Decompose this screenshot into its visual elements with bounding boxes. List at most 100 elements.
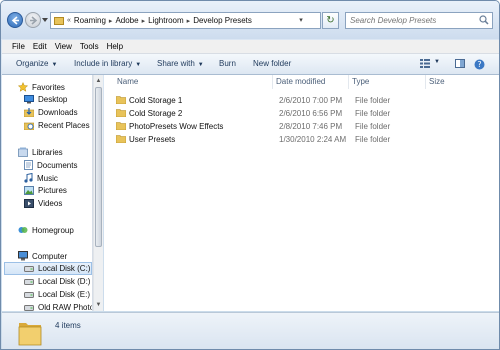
refresh-icon: ↻ bbox=[326, 15, 335, 26]
nav-favorites[interactable]: Favorites bbox=[18, 82, 65, 92]
help-icon[interactable]: ? bbox=[474, 59, 485, 70]
nav-desktop-label: Desktop bbox=[38, 95, 68, 104]
nav-downloads[interactable]: Downloads bbox=[24, 108, 78, 117]
drive-icon bbox=[24, 304, 34, 311]
address-bar[interactable]: « Roaming ▸ Adobe ▸ Lightroom ▸ Develop … bbox=[50, 12, 321, 29]
file-type: File folder bbox=[355, 135, 391, 144]
burn-button[interactable]: Burn bbox=[219, 59, 236, 68]
scroll-up-icon[interactable]: ▲ bbox=[94, 76, 103, 86]
folder-icon bbox=[116, 96, 126, 104]
search-box[interactable] bbox=[345, 12, 493, 29]
chevron-down-icon: ▼ bbox=[135, 62, 142, 68]
nav-pictures[interactable]: Pictures bbox=[24, 186, 67, 195]
drive-icon bbox=[24, 265, 34, 272]
desktop-icon bbox=[24, 95, 34, 104]
view-options-icon[interactable] bbox=[420, 59, 430, 68]
nav-music[interactable]: Music bbox=[24, 173, 58, 183]
nav-old-raw-photos[interactable]: Old RAW Photos bbox=[24, 303, 93, 311]
menu-file[interactable]: File bbox=[2, 42, 29, 51]
nav-music-label: Music bbox=[37, 173, 58, 183]
file-date: 2/6/2010 7:00 PM bbox=[279, 96, 343, 105]
nav-computer[interactable]: Computer bbox=[18, 251, 67, 261]
file-type: File folder bbox=[355, 109, 391, 118]
menu-help[interactable]: Help bbox=[103, 42, 127, 51]
nav-local-disk-c[interactable]: Local Disk (C:) bbox=[4, 262, 92, 275]
nav-computer-label: Computer bbox=[32, 251, 68, 261]
scroll-down-icon[interactable]: ▼ bbox=[94, 300, 103, 310]
folder-icon bbox=[116, 122, 126, 130]
refresh-button[interactable]: ↻ bbox=[322, 12, 339, 29]
chevron-right-icon[interactable]: ▸ bbox=[142, 17, 146, 25]
breadcrumb-roaming[interactable]: Roaming bbox=[74, 16, 106, 25]
breadcrumb-adobe[interactable]: Adobe bbox=[115, 16, 138, 25]
nav-videos[interactable]: Videos bbox=[24, 199, 62, 208]
chevron-right-icon[interactable]: ▸ bbox=[109, 17, 113, 25]
chevron-right-icon[interactable]: ▸ bbox=[187, 17, 191, 25]
nav-homegroup-label: Homegroup bbox=[32, 225, 74, 235]
forward-button[interactable] bbox=[25, 12, 41, 28]
nav-desktop[interactable]: Desktop bbox=[24, 95, 67, 104]
file-name: PhotoPresets Wow Effects bbox=[129, 122, 224, 131]
search-input[interactable] bbox=[346, 13, 478, 27]
svg-text:?: ? bbox=[477, 60, 481, 69]
chevron-down-icon[interactable]: ▼ bbox=[434, 59, 440, 65]
table-row[interactable]: Cold Storage 1 2/6/2010 7:00 PM File fol… bbox=[112, 94, 492, 106]
menu-edit[interactable]: Edit bbox=[29, 42, 51, 51]
menu-bar: File Edit View Tools Help bbox=[2, 40, 499, 54]
videos-icon bbox=[24, 199, 34, 208]
status-bar: 4 items bbox=[2, 312, 499, 349]
organize-button[interactable]: Organize ▼ bbox=[16, 59, 57, 68]
organize-label: Organize bbox=[16, 59, 49, 68]
file-date: 2/8/2010 7:46 PM bbox=[279, 122, 343, 131]
nav-downloads-label: Downloads bbox=[38, 108, 78, 117]
nav-local-disk-e-label: Local Disk (E:) bbox=[38, 290, 91, 299]
chevron-down-icon[interactable]: ▾ bbox=[296, 14, 306, 27]
table-row[interactable]: User Presets 1/30/2010 2:24 AM File fold… bbox=[112, 133, 492, 145]
column-type[interactable]: Type bbox=[352, 77, 369, 86]
table-row[interactable]: Cold Storage 2 2/6/2010 6:56 PM File fol… bbox=[112, 107, 492, 119]
folder-icon bbox=[116, 109, 126, 117]
nav-local-disk-c-label: Local Disk (C:) bbox=[38, 264, 91, 273]
include-in-library-button[interactable]: Include in library ▼ bbox=[74, 59, 141, 68]
new-folder-button[interactable]: New folder bbox=[253, 59, 291, 68]
file-name: Cold Storage 1 bbox=[129, 96, 183, 105]
breadcrumb-lightroom[interactable]: Lightroom bbox=[148, 16, 184, 25]
nav-libraries[interactable]: Libraries bbox=[18, 147, 63, 157]
column-date-modified[interactable]: Date modified bbox=[276, 77, 325, 86]
column-divider[interactable] bbox=[272, 75, 273, 89]
nav-homegroup[interactable]: Homegroup bbox=[18, 225, 74, 235]
column-name[interactable]: Name bbox=[117, 77, 138, 86]
recent-pages-dropdown[interactable] bbox=[42, 17, 48, 23]
menu-view[interactable]: View bbox=[51, 42, 76, 51]
table-row[interactable]: PhotoPresets Wow Effects 2/8/2010 7:46 P… bbox=[112, 120, 492, 132]
menu-tools[interactable]: Tools bbox=[76, 42, 103, 51]
nav-local-disk-d[interactable]: Local Disk (D:) bbox=[24, 277, 90, 286]
music-icon bbox=[24, 173, 33, 183]
breadcrumb-overflow[interactable]: « bbox=[67, 17, 71, 24]
column-divider[interactable] bbox=[348, 75, 349, 89]
breadcrumb-develop-presets[interactable]: Develop Presets bbox=[193, 16, 252, 25]
back-button[interactable] bbox=[7, 12, 23, 28]
nav-recent-places[interactable]: Recent Places bbox=[24, 121, 90, 130]
search-icon[interactable] bbox=[479, 15, 489, 25]
share-with-button[interactable]: Share with ▼ bbox=[157, 59, 204, 68]
arrow-left-icon bbox=[11, 16, 19, 25]
nav-videos-label: Videos bbox=[38, 199, 63, 208]
scroll-thumb[interactable] bbox=[95, 87, 102, 247]
arrow-right-icon bbox=[30, 16, 38, 25]
file-name: User Presets bbox=[129, 135, 176, 144]
nav-pictures-label: Pictures bbox=[38, 186, 67, 195]
column-size[interactable]: Size bbox=[429, 77, 445, 86]
computer-icon bbox=[18, 251, 28, 261]
large-folder-icon bbox=[18, 323, 42, 346]
pictures-icon bbox=[24, 186, 34, 195]
file-list: Name Date modified Type Size Cold Storag… bbox=[104, 75, 499, 311]
nav-documents[interactable]: Documents bbox=[24, 160, 77, 170]
nav-favorites-label: Favorites bbox=[32, 82, 65, 92]
column-divider[interactable] bbox=[425, 75, 426, 89]
nav-documents-label: Documents bbox=[37, 160, 78, 170]
nav-local-disk-e[interactable]: Local Disk (E:) bbox=[24, 290, 90, 299]
preview-pane-icon[interactable] bbox=[455, 59, 465, 68]
nav-scrollbar[interactable]: ▲ ▼ bbox=[93, 75, 103, 311]
nav-old-raw-photos-label: Old RAW Photos bbox=[38, 303, 93, 311]
